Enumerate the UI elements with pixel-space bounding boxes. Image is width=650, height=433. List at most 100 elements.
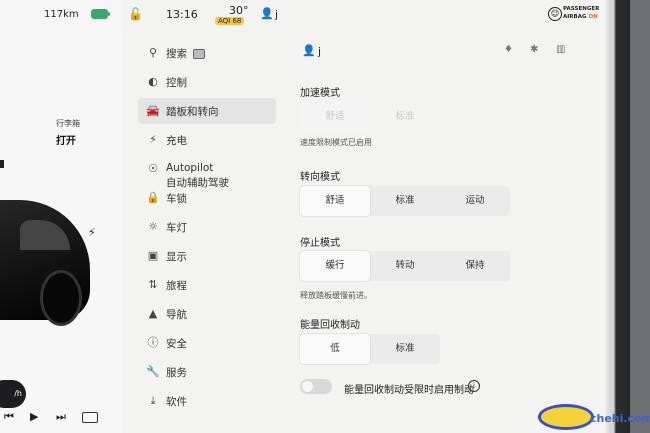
search-badge-icon (193, 49, 205, 59)
menu-item-label: 车锁 (166, 193, 187, 205)
regen-braking-toggle[interactable] (300, 379, 332, 394)
user-icon[interactable]: 👤 (260, 7, 274, 20)
regen-option-low[interactable]: 低 (300, 334, 370, 364)
menu-item-label: 踏板和转向 (166, 106, 219, 118)
search-icon: ⚲ (148, 46, 158, 59)
menu-item-label: 显示 (166, 251, 187, 263)
car-glass (20, 220, 70, 250)
airbag-label: PASSENGER (563, 6, 600, 12)
trunk-open-button[interactable]: 打开 (56, 132, 76, 147)
menu-item-label: Autopilot (166, 162, 214, 174)
play-icon[interactable]: ▶ (30, 410, 38, 423)
pedals-steering-settings: 👤 j ♦ ✱ ▥ 加速模式 舒适 标准 速度限制模式已启用 转向模式 舒适 标… (290, 38, 606, 433)
menu-item-label: 旅程 (166, 280, 187, 292)
clock: 13:16 (166, 8, 198, 21)
bolt-icon: ⚡ (149, 133, 157, 146)
menu-item-charging[interactable]: ⚡ 充电 (138, 127, 276, 153)
display-icon: ▣ (147, 249, 159, 262)
menu-item-display[interactable]: ▣ 显示 (138, 243, 276, 269)
menu-item-service[interactable]: 🔧 服务 (138, 359, 276, 385)
menu-item-label: 软件 (166, 396, 187, 408)
menu-item-label: 车灯 (166, 222, 187, 234)
acceleration-option-standard: 标准 (395, 111, 415, 122)
steering-option-sport[interactable]: 运动 (440, 186, 510, 216)
range-readout: 117km (44, 9, 79, 20)
stopping-title: 停止模式 (300, 238, 340, 249)
toggle-knob (302, 381, 313, 392)
profile-name[interactable]: j (318, 45, 321, 58)
acceleration-title: 加速模式 (300, 88, 340, 99)
menu-item-label: 安全 (166, 338, 187, 350)
menu-item-navigation[interactable]: ▲ 导航 (138, 301, 276, 327)
menu-item-trips[interactable]: ⇅ 旅程 (138, 272, 276, 298)
navigation-icon: ▲ (148, 307, 158, 320)
menu-item-controls[interactable]: ◐ 控制 (138, 69, 276, 95)
media-controls: ⏮ ▶ ⏭ (0, 390, 122, 433)
unlock-icon[interactable]: 🔓 (128, 7, 143, 21)
wrench-icon: 🔧 (146, 365, 160, 378)
car-image (0, 200, 90, 326)
menu-item-pedals-steering[interactable]: 🚘 踏板和转向 (138, 98, 276, 124)
menu-item-label: 搜索 (166, 48, 187, 60)
next-track-icon[interactable]: ⏭ (56, 410, 66, 424)
touchscreen: 117km 🔓 13:16 30° AQI 68 👤 j ☺ PASSENGER… (0, 0, 606, 433)
settings-menu: ⚲ 搜索 ◐ 控制 🚘 踏板和转向 ⚡ 充电 ☉ Autopilot 自动辅助驾… (132, 38, 282, 433)
menu-item-safety[interactable]: ⓘ 安全 (138, 330, 276, 356)
acceleration-option-comfort: 舒适 (300, 102, 370, 132)
regen-braking-toggle-label: 能量回收制动受限时启用制动 (344, 385, 474, 396)
stopping-option-roll[interactable]: 转动 (370, 251, 440, 281)
lock-icon: 🔒 (146, 191, 160, 204)
menu-item-locks[interactable]: 🔒 车锁 (138, 185, 276, 211)
download-icon: ⤓ (150, 394, 156, 407)
previous-track-icon[interactable]: ⏮ (4, 410, 14, 424)
menu-item-label: 导航 (166, 309, 187, 321)
frunk-marker (0, 160, 4, 168)
menu-item-label: 控制 (166, 77, 187, 89)
bell-icon[interactable]: ♦ (504, 44, 513, 55)
menu-item-label: 充电 (166, 135, 187, 147)
aqi-badge: AQI 68 (215, 17, 245, 25)
passenger-airbag-indicator: ☺ PASSENGER AIRBAG ON (548, 5, 606, 27)
info-icon[interactable]: i (468, 380, 480, 392)
stopping-option-hold[interactable]: 保持 (440, 251, 510, 281)
regen-option-standard[interactable]: 标准 (370, 334, 440, 364)
steering-mode-selector: 舒适 标准 运动 (300, 186, 510, 216)
steering-title: 转向模式 (300, 172, 340, 183)
acceleration-mode-selector: 舒适 标准 (300, 102, 440, 132)
menu-item-label: 服务 (166, 367, 187, 379)
status-bar: 117km 🔓 13:16 30° AQI 68 👤 j ☺ PASSENGER… (0, 0, 606, 30)
car-visualization-panel: 行李箱 打开 ⚡ /h (0, 30, 122, 433)
trip-icon: ⇅ (148, 278, 158, 291)
airbag-icon: ☺ (548, 7, 562, 21)
menu-item-software[interactable]: ⤓ 软件 (138, 388, 276, 414)
toggle-icon: ◐ (148, 75, 158, 88)
stopping-option-creep[interactable]: 缓行 (300, 251, 370, 281)
airbag-state: ON (588, 14, 598, 20)
menu-item-search[interactable]: ⚲ 搜索 (138, 40, 276, 66)
car-wheel (40, 270, 82, 326)
watermark-logo (538, 404, 594, 430)
stopping-note: 释放踏板缓慢前进。 (300, 291, 372, 300)
charge-port-icon[interactable]: ⚡ (88, 226, 96, 239)
light-icon: ☼ (148, 220, 158, 233)
status-user-name[interactable]: j (275, 8, 278, 21)
steering-wheel-icon: ☉ (148, 162, 158, 175)
airbag-state-line: AIRBAG ON (563, 14, 598, 20)
keyboard-icon[interactable] (82, 412, 98, 423)
outside-temperature: 30° (229, 4, 249, 17)
steering-option-standard[interactable]: 标准 (370, 186, 440, 216)
safety-icon: ⓘ (147, 336, 159, 349)
user-icon[interactable]: 👤 (302, 44, 316, 57)
battery-icon (91, 9, 110, 19)
steering-option-comfort[interactable]: 舒适 (300, 186, 370, 216)
signal-icon: ▥ (556, 44, 566, 55)
acceleration-note: 速度限制模式已启用 (300, 138, 372, 147)
stopping-mode-selector: 缓行 转动 保持 (300, 251, 510, 281)
regen-mode-selector: 低 标准 (300, 334, 440, 364)
watermark: chehi.com (538, 400, 650, 430)
screen-bezel (606, 0, 650, 433)
watermark-text: chehi.com (590, 412, 650, 425)
bluetooth-icon[interactable]: ✱ (530, 44, 538, 55)
menu-item-lights[interactable]: ☼ 车灯 (138, 214, 276, 240)
bezel-strip (630, 0, 650, 433)
